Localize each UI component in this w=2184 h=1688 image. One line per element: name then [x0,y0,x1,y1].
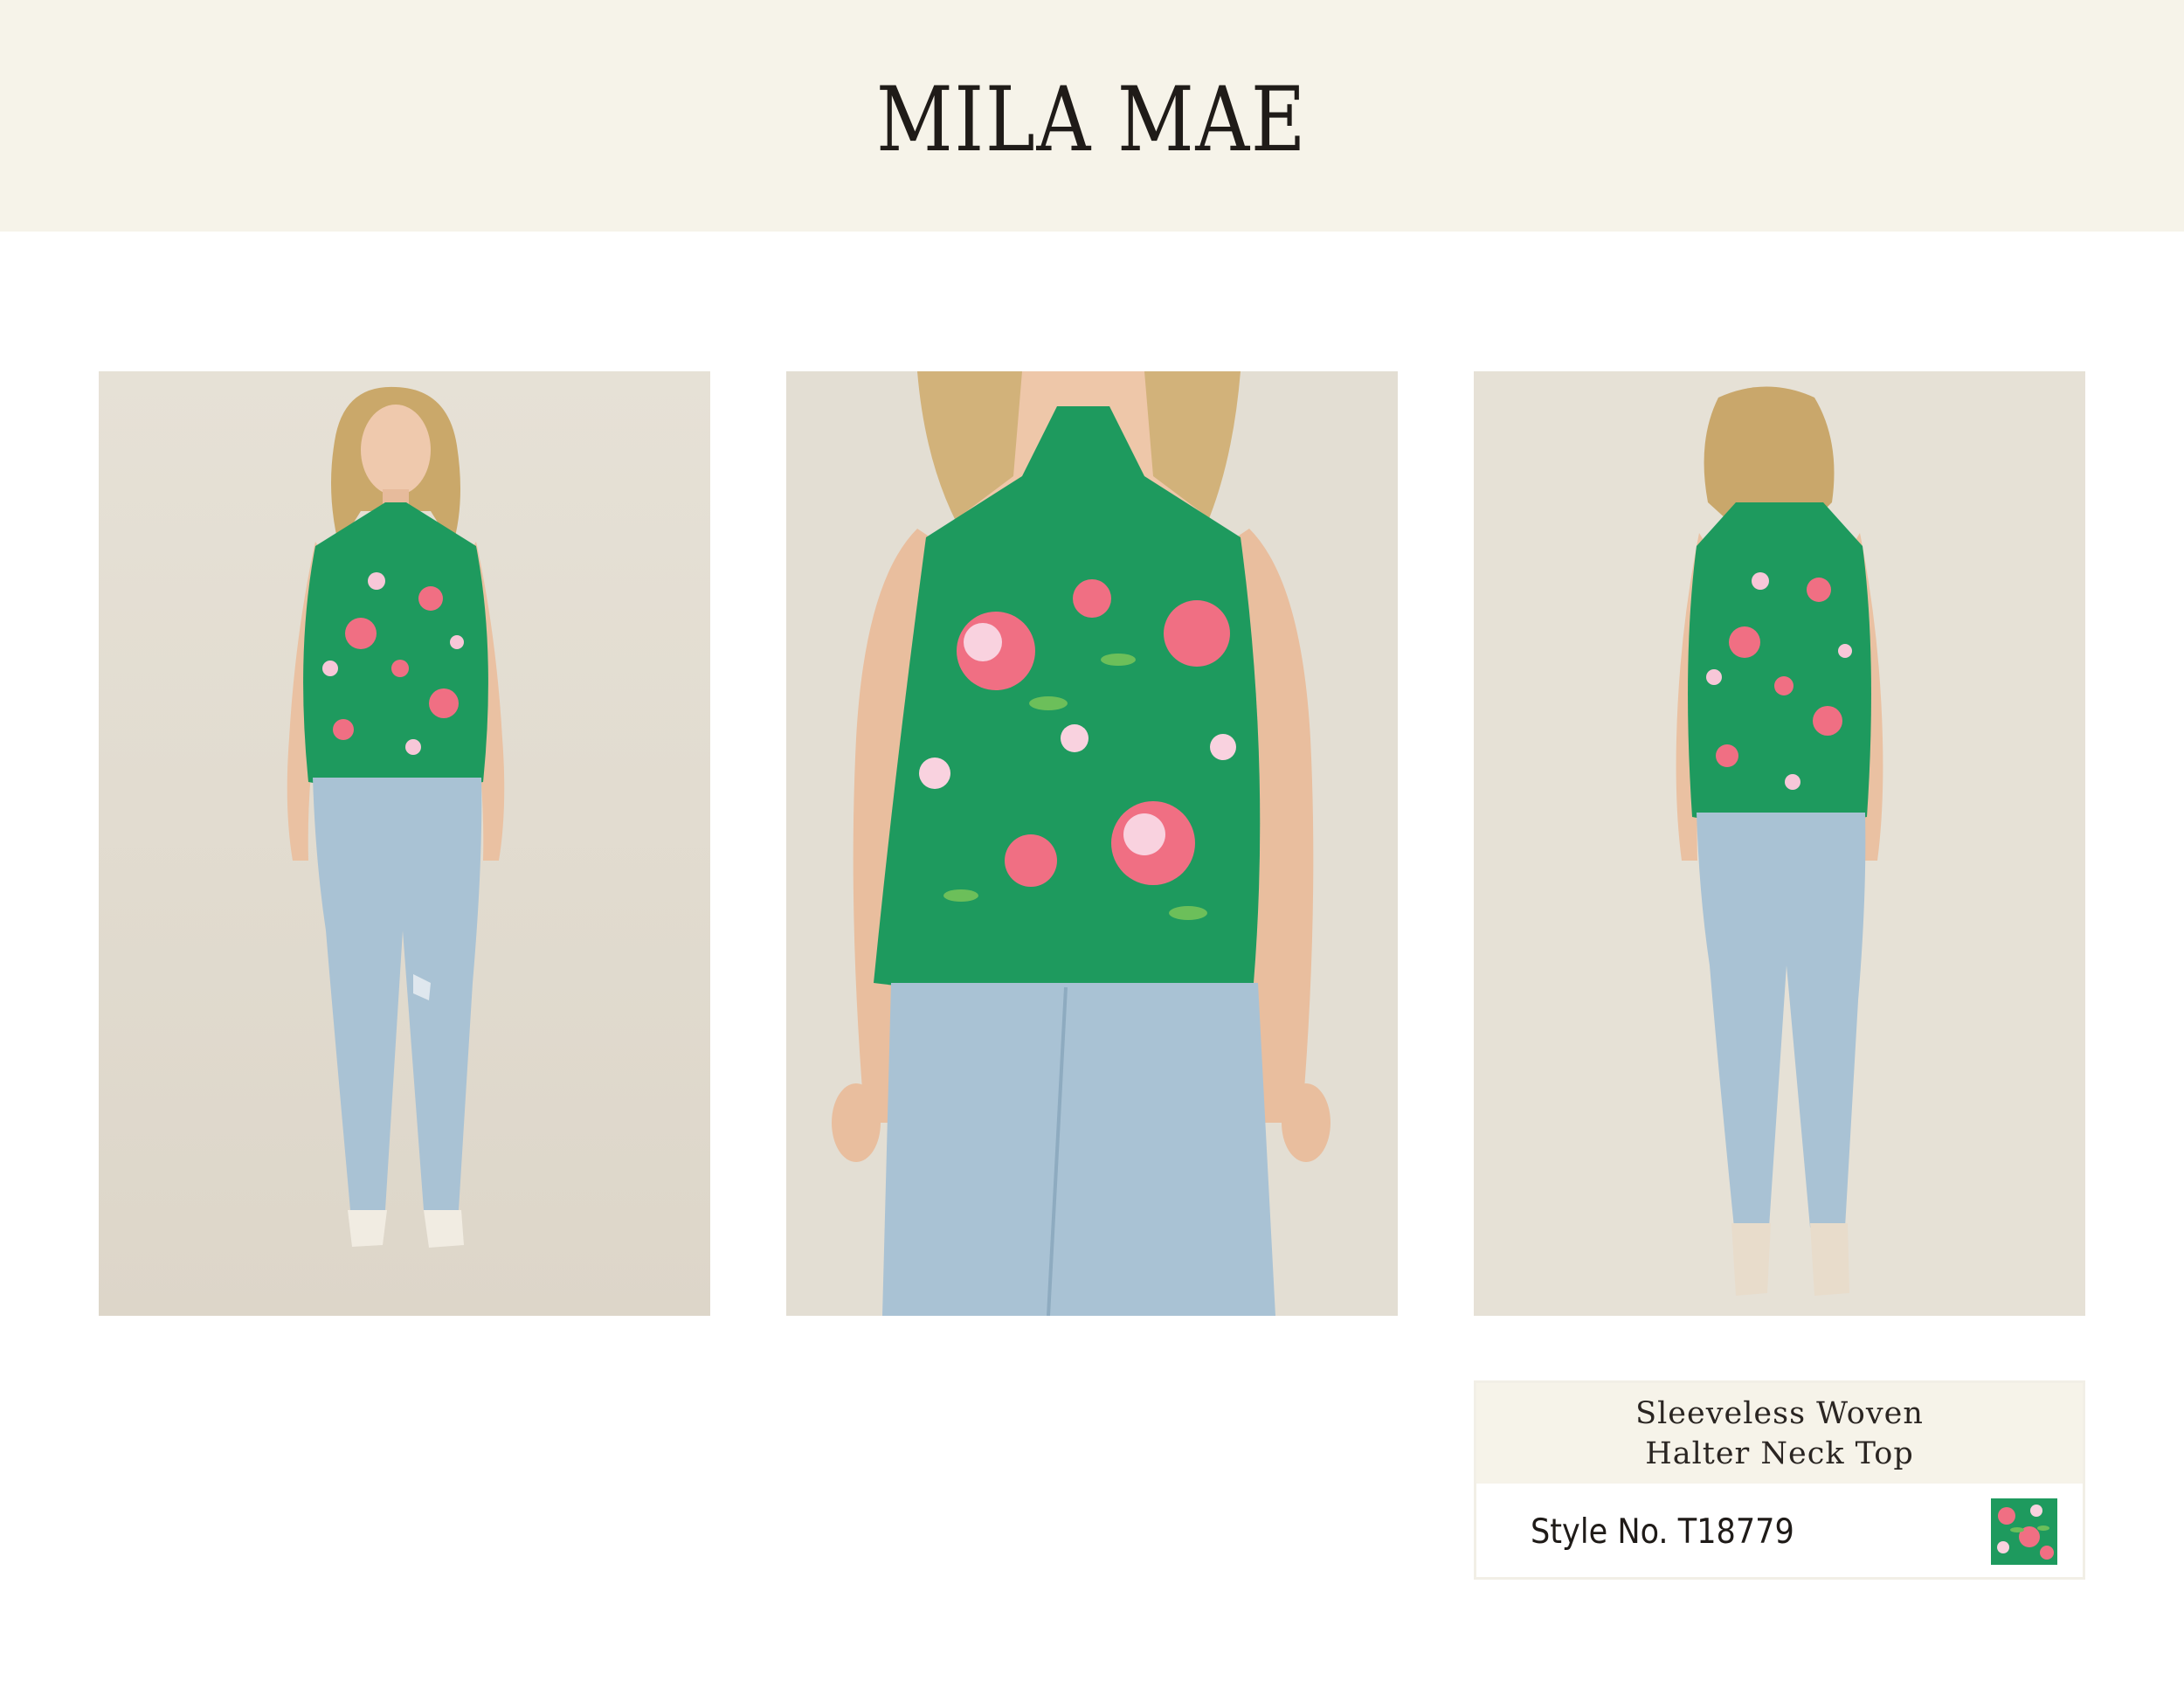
product-photo-back[interactable] [1474,371,2085,1316]
product-photo-closeup[interactable] [786,371,1398,1316]
photo-closeup-illustration [786,371,1398,1316]
product-info-card: Sleeveless Woven Halter Neck Top Style N… [1474,1380,2085,1580]
product-title-band: Sleeveless Woven Halter Neck Top [1476,1383,2083,1484]
fabric-swatch[interactable] [1991,1498,2057,1565]
photo-back-illustration [1474,371,2085,1316]
product-photo-front[interactable] [99,371,710,1316]
product-title: Sleeveless Woven Halter Neck Top [1635,1395,1924,1471]
brand-logo: MILA MAE [876,68,1308,172]
header-band: MILA MAE [0,0,2184,232]
photo-front-illustration [99,371,710,1316]
fabric-swatch-print [1991,1498,2057,1565]
style-number: Style No. T18779 [1531,1512,1794,1552]
style-number-row: Style No. T18779 [1476,1484,2083,1580]
